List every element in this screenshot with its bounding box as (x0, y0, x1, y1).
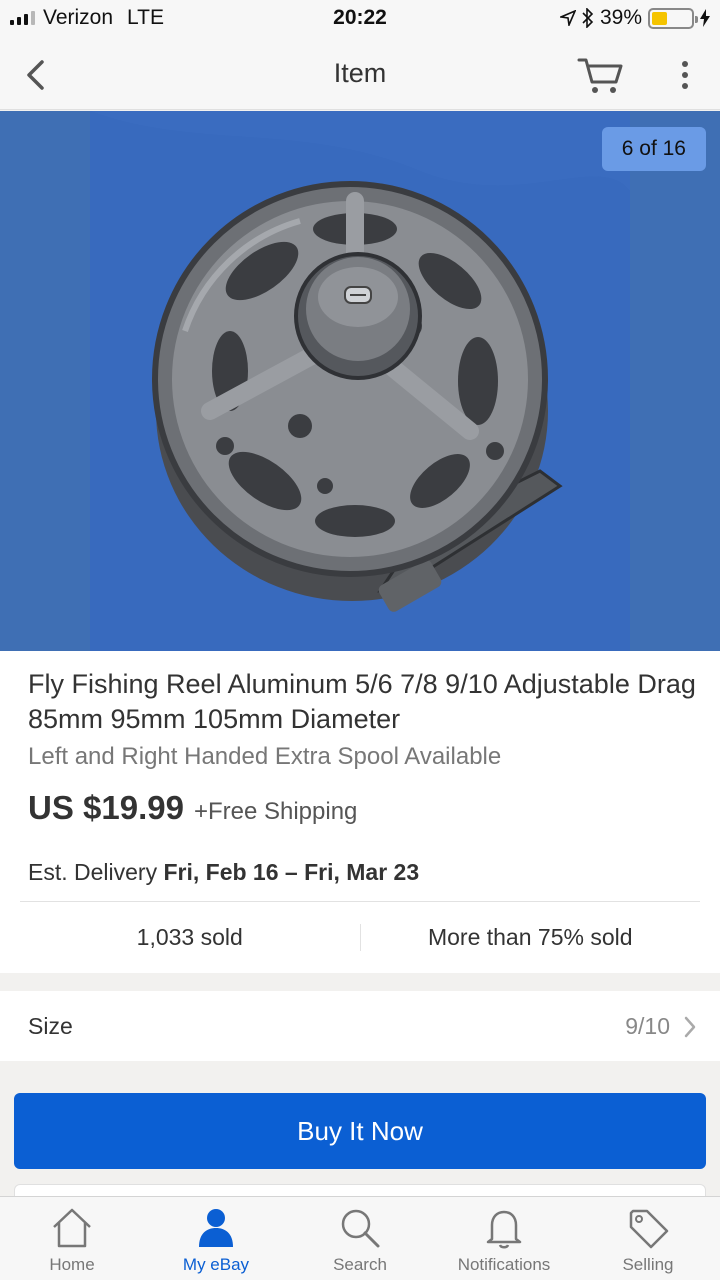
sold-percent: More than 75% sold (359, 924, 701, 951)
tab-notifications[interactable]: Notifications (432, 1197, 576, 1280)
price-row: US $19.99 +Free Shipping (28, 789, 357, 827)
home-icon (53, 1208, 91, 1248)
tab-label: My eBay (182, 1255, 250, 1274)
sales-stats: 1,033 sold More than 75% sold (20, 901, 700, 973)
more-options-icon[interactable] (670, 54, 700, 96)
sold-count: 1,033 sold (136, 924, 243, 950)
product-image (0, 111, 720, 651)
tab-bar: Home My eBay Search Notifications Sellin… (0, 1196, 720, 1280)
battery-fill (652, 11, 667, 25)
status-bar: Verizon LTE 20:22 39% (0, 0, 720, 40)
tab-label: Notifications (457, 1255, 551, 1274)
tab-home[interactable]: Home (0, 1197, 144, 1280)
location-icon (559, 10, 576, 26)
product-image-gallery[interactable]: 6 of 16 (0, 111, 720, 651)
item-info-card: Fly Fishing Reel Aluminum 5/6 7/8 9/10 A… (0, 651, 720, 973)
bluetooth-icon (582, 8, 594, 28)
size-label: Size (28, 1013, 73, 1039)
tab-selling[interactable]: Selling (576, 1197, 720, 1280)
chevron-right-icon (684, 1016, 696, 1038)
tag-icon (629, 1209, 669, 1249)
tab-label: Search (333, 1255, 387, 1274)
battery-icon (648, 7, 698, 29)
nav-bar: Item (0, 40, 720, 110)
status-right: 39% (559, 6, 710, 30)
shipping-info: +Free Shipping (193, 798, 358, 825)
image-counter-badge: 6 of 16 (601, 127, 706, 171)
cart-icon[interactable] (576, 54, 626, 96)
tab-label: Selling (622, 1255, 674, 1274)
item-subtitle: Left and Right Handed Extra Spool Availa… (28, 743, 502, 770)
delivery-dates: Fri, Feb 16 – Fri, Mar 23 (163, 859, 420, 885)
charging-icon (700, 9, 710, 27)
person-icon (199, 1209, 233, 1247)
delivery-label: Est. Delivery (28, 859, 158, 885)
search-icon (341, 1209, 380, 1248)
tab-search[interactable]: Search (288, 1197, 432, 1280)
delivery-estimate: Est. Delivery Fri, Feb 16 – Fri, Mar 23 (28, 859, 419, 886)
bell-icon (486, 1210, 522, 1249)
size-selector[interactable]: Size 9/10 (0, 991, 720, 1061)
buy-it-now-button[interactable]: Buy It Now (14, 1093, 706, 1169)
size-value: 9/10 (625, 1013, 670, 1039)
tab-my-ebay[interactable]: My eBay (144, 1197, 288, 1280)
item-price: US $19.99 (28, 789, 184, 826)
item-title: Fly Fishing Reel Aluminum 5/6 7/8 9/10 A… (28, 669, 696, 734)
battery-percent: 39% (599, 6, 642, 29)
tab-label: Home (49, 1255, 95, 1274)
